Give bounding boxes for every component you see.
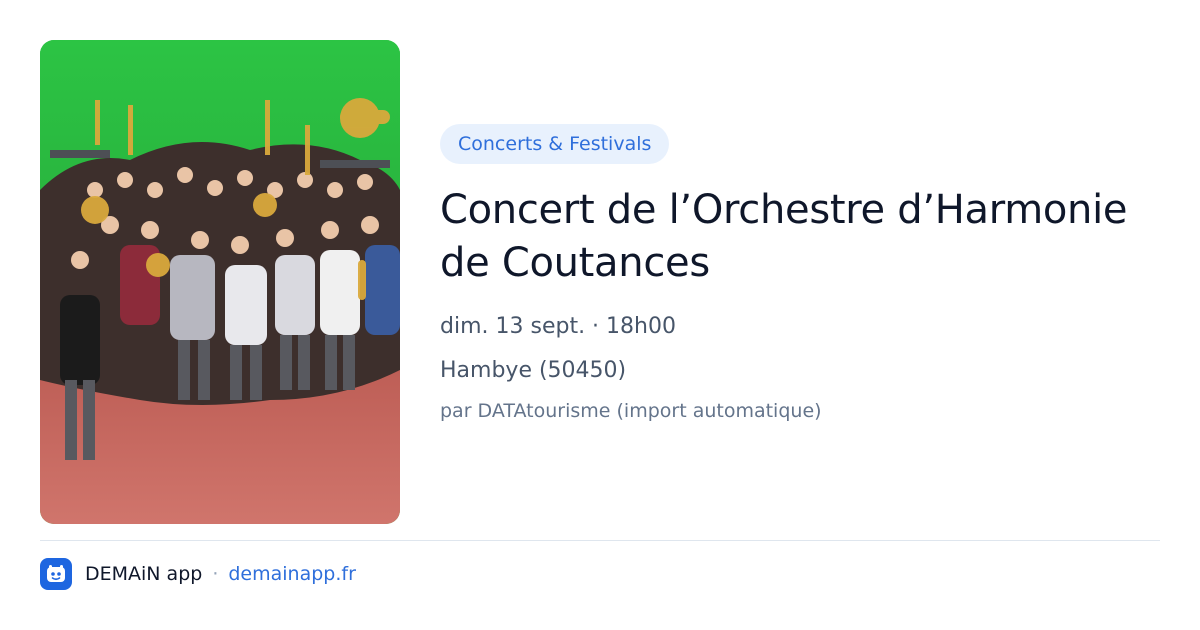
demain-app-icon: [40, 558, 72, 590]
event-source: par DATAtourisme (import automatique): [440, 400, 822, 422]
event-date-time: dim. 13 sept. · 18h00: [440, 314, 676, 339]
footer-divider: [40, 540, 1160, 541]
app-domain-link[interactable]: demainapp.fr: [228, 563, 356, 585]
footer-separator: ·: [212, 563, 219, 585]
app-name: DEMAiN app: [85, 563, 203, 585]
event-title: Concert de l’Orchestre d’Harmonie de Cou…: [440, 187, 1128, 286]
event-info: Concerts & Festivals Concert de l’Orches…: [440, 124, 1160, 424]
footer: DEMAiN app · demainapp.fr: [40, 558, 356, 590]
category-badge[interactable]: Concerts & Festivals: [440, 124, 670, 164]
event-location: Hambye (50450): [440, 358, 627, 383]
event-share-card: Concerts & Festivals Concert de l’Orches…: [0, 0, 1200, 630]
event-photo: [40, 40, 400, 524]
